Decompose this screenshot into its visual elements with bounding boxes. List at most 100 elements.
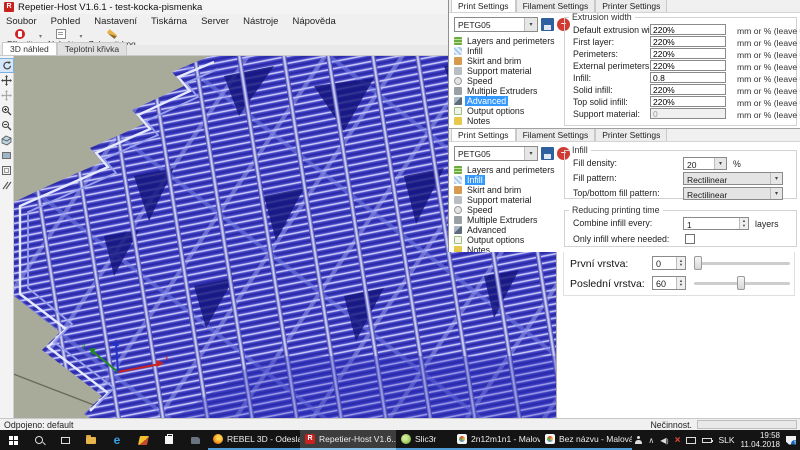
category-output-options[interactable]: Output options [454,106,566,116]
category-advanced[interactable]: Advanced [454,225,566,235]
load-dropdown-arrow[interactable]: ▾ [80,33,83,40]
isometric-view-button[interactable] [0,134,13,147]
file-explorer-button[interactable] [78,430,104,450]
save-preset-icon[interactable] [541,18,554,31]
notes-icon [454,117,462,125]
store-bag-icon [165,436,173,444]
first-layer-slider-handle[interactable] [694,256,702,270]
taskbar-paint-window-1[interactable]: 2n12m1n1 - Malov... [452,430,540,450]
category-speed[interactable]: Speed [454,76,566,86]
window-title: Repetier-Host V1.6.1 - test-kocka-pismen… [18,2,202,13]
infill-width-input[interactable] [650,72,726,83]
pinned-app-button[interactable] [130,430,156,450]
stepper-arrows-icon[interactable]: ▲▼ [676,257,685,269]
category-layers-perimeters[interactable]: Layers and perimeters [454,36,566,46]
last-layer-slider-handle[interactable] [737,276,745,290]
tab-printer-settings[interactable]: Printer Settings [595,0,667,12]
last-layer-stepper[interactable]: 60 ▲▼ [652,276,686,290]
category-multiple-extruders[interactable]: Multiple Extruders [454,215,566,225]
category-multiple-extruders[interactable]: Multiple Extruders [454,86,566,96]
people-icon[interactable] [635,436,642,444]
tab-3d-preview[interactable]: 3D náhled [2,42,57,55]
menu-napoveda[interactable]: Nápověda [292,16,335,27]
category-advanced[interactable]: Advanced [454,96,566,106]
combine-infill-stepper[interactable]: 1 ▲▼ [683,217,749,230]
folder-icon [86,437,96,444]
edge-button[interactable]: e [104,430,130,450]
first-layer-width-input[interactable] [650,36,726,47]
tab-print-settings[interactable]: Print Settings [451,0,516,12]
move-viewport-button[interactable] [0,89,13,102]
menu-soubor[interactable]: Soubor [6,16,37,27]
stepper-arrows-icon[interactable]: ▲▼ [739,218,748,229]
taskbar-repetier-window[interactable]: R Repetier-Host V1.6... [300,430,396,450]
stepper-arrows-icon[interactable]: ▲▼ [676,277,685,289]
category-notes[interactable]: Notes [454,116,566,126]
tab-printer-settings[interactable]: Printer Settings [595,128,667,141]
start-button[interactable] [0,430,26,450]
only-infill-checkbox[interactable] [685,234,695,244]
speaker-icon[interactable]: ◀) [660,436,668,445]
store-button[interactable] [156,430,182,450]
tab-temperature-curve[interactable]: Teplotní křivka [57,42,127,55]
taskbar-search-button[interactable] [26,430,52,450]
fill-pattern-dropdown[interactable]: Rectilinear ▾ [683,172,783,185]
category-speed[interactable]: Speed [454,205,566,215]
preset-dropdown[interactable]: PETG05 ▾ [454,17,538,32]
first-layer-slider[interactable] [694,256,790,270]
category-layers-perimeters[interactable]: Layers and perimeters [454,165,566,175]
menu-nastaveni[interactable]: Nastavení [94,16,137,27]
top-bottom-fill-pattern-dropdown[interactable]: Rectilinear ▾ [683,187,783,200]
top-view-button[interactable] [0,164,13,177]
fill-density-combo[interactable]: 20 ▾ [683,157,727,170]
tab-filament-settings[interactable]: Filament Settings [516,0,596,12]
perimeters-width-input[interactable] [650,48,726,59]
solid-infill-width-input[interactable] [650,84,726,95]
menu-pohled[interactable]: Pohled [51,16,81,27]
display-icon[interactable] [686,437,696,444]
category-support-material[interactable]: Support material [454,195,566,205]
antivirus-icon[interactable]: × [675,435,681,446]
pinned-app-button-2[interactable] [182,430,208,450]
category-notes[interactable]: Notes [454,245,566,252]
category-skirt-brim[interactable]: Skirt and brim [454,56,566,66]
zoom-in-button[interactable] [0,104,13,117]
parallel-projection-button[interactable] [0,179,13,192]
menu-nastroje[interactable]: Nástroje [243,16,278,27]
menu-tiskarna[interactable]: Tiskárna [151,16,187,27]
menu-server[interactable]: Server [201,16,229,27]
connection-status: Odpojeno: default [4,420,73,430]
connect-dropdown-arrow[interactable]: ▾ [39,33,42,40]
category-skirt-brim[interactable]: Skirt and brim [454,185,566,195]
windows-taskbar: e REBEL 3D - Odeslat... R Repetier-Host … [0,430,800,450]
zoom-out-button[interactable] [0,119,13,132]
action-center-icon[interactable]: 1 [786,436,796,445]
clock[interactable]: 19:58 11.04.2018 [741,431,780,449]
default-extrusion-width-input[interactable] [650,24,726,35]
language-indicator[interactable]: SLK [718,435,734,445]
top-solid-infill-width-input[interactable] [650,96,726,107]
taskbar-paint-window-2[interactable]: Bez názvu - Malová... [540,430,632,450]
category-infill[interactable]: Infill [454,46,566,56]
preset-dropdown[interactable]: PETG05 ▾ [454,146,538,161]
front-view-button[interactable] [0,149,13,162]
taskbar-firefox-window[interactable]: REBEL 3D - Odeslat... [208,430,300,450]
rotate-view-button[interactable] [0,59,13,72]
skirt-icon [454,186,462,194]
move-object-button[interactable] [0,74,13,87]
layer-range-box: První vrstva: 0 ▲▼ Poslední vrstva: 60 ▲… [563,250,795,296]
taskbar-slic3r-window[interactable]: Slic3r [396,430,452,450]
last-layer-slider[interactable] [694,276,790,290]
tab-filament-settings[interactable]: Filament Settings [516,128,596,141]
external-perimeters-width-input[interactable] [650,60,726,71]
extruders-icon [454,87,462,95]
tab-print-settings[interactable]: Print Settings [451,128,516,141]
task-view-button[interactable] [52,430,78,450]
hidden-icons-chevron[interactable]: ∧ [648,436,654,445]
first-layer-stepper[interactable]: 0 ▲▼ [652,256,686,270]
category-support-material[interactable]: Support material [454,66,566,76]
battery-icon[interactable] [702,438,712,443]
save-preset-icon[interactable] [541,147,554,160]
category-output-options[interactable]: Output options [454,235,566,245]
category-infill[interactable]: Infill [454,175,566,185]
